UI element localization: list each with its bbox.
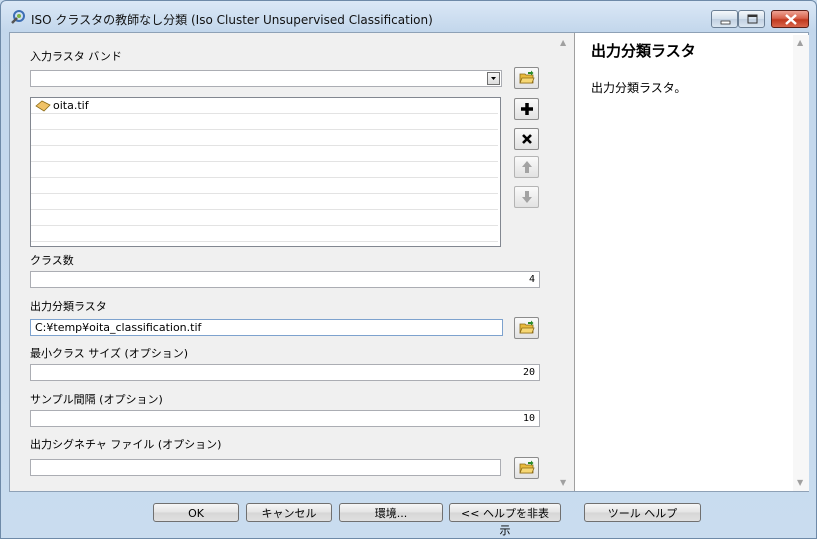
chevron-down-icon (491, 77, 496, 80)
browse-signature-button[interactable] (514, 457, 539, 479)
input-bands-label: 入力ラスタ バンド (30, 50, 122, 63)
scroll-down-icon[interactable]: ▼ (560, 479, 568, 487)
delete-x-icon (522, 134, 532, 144)
move-down-button[interactable] (514, 186, 539, 208)
sample-interval-input[interactable]: 10 (30, 410, 540, 427)
list-item-empty (31, 130, 498, 146)
environments-button[interactable]: 環境... (339, 503, 443, 522)
cancel-button[interactable]: キャンセル (246, 503, 332, 522)
output-signature-label: 出力シグネチャ ファイル (オプション) (30, 438, 222, 451)
list-item-empty (31, 210, 498, 226)
window-title: ISO クラスタの教師なし分類 (Iso Cluster Unsupervise… (31, 13, 433, 27)
browse-output-raster-button[interactable] (514, 317, 539, 339)
minimize-button[interactable] (711, 10, 738, 28)
folder-open-icon (519, 70, 535, 84)
tool-help-button[interactable]: ツール ヘルプ (584, 503, 701, 522)
arrow-up-icon (522, 161, 532, 173)
list-item-empty (31, 194, 498, 210)
arrow-down-icon (522, 191, 532, 203)
output-signature-input[interactable] (30, 459, 501, 476)
sample-interval-label: サンプル間隔 (オプション) (30, 393, 163, 406)
input-bands-combo[interactable] (30, 70, 502, 87)
maximize-button[interactable] (738, 10, 765, 28)
raster-layer-icon (35, 100, 51, 112)
help-scrollbar[interactable]: ▲ ▼ (793, 35, 809, 491)
folder-open-icon (519, 460, 535, 474)
scroll-down-icon[interactable]: ▼ (797, 479, 805, 487)
help-title: 出力分類ラスタ (591, 42, 696, 60)
combo-dropdown-button[interactable] (487, 72, 500, 85)
minimize-icon (720, 20, 731, 25)
folder-open-icon (519, 320, 535, 334)
add-item-button[interactable] (514, 98, 539, 120)
remove-item-button[interactable] (514, 128, 539, 150)
browse-input-bands-button[interactable] (514, 67, 539, 89)
output-raster-input[interactable]: C:¥temp¥oita_classification.tif (30, 319, 503, 336)
dialog-window: ISO クラスタの教師なし分類 (Iso Cluster Unsupervise… (0, 0, 817, 539)
list-item-empty (31, 114, 498, 130)
list-item-empty (31, 146, 498, 162)
help-panel: 出力分類ラスタ 出力分類ラスタ。 ▲ ▼ (574, 33, 809, 491)
arcgis-tool-icon (11, 10, 25, 24)
help-description: 出力分類ラスタ。 (591, 81, 687, 95)
list-item-empty (31, 162, 498, 178)
parameters-scrollbar[interactable]: ▲ ▼ (556, 35, 572, 491)
min-class-size-input[interactable]: 20 (30, 364, 540, 381)
plus-icon (521, 103, 533, 115)
min-class-size-label: 最小クラス サイズ (オプション) (30, 347, 189, 360)
list-item[interactable]: oita.tif (31, 98, 498, 114)
input-bands-list[interactable]: oita.tif (30, 97, 501, 247)
ok-button[interactable]: OK (153, 503, 239, 522)
title-bar[interactable]: ISO クラスタの教師なし分類 (Iso Cluster Unsupervise… (1, 1, 816, 32)
scroll-up-icon[interactable]: ▲ (797, 39, 805, 47)
close-window-button[interactable] (771, 10, 809, 28)
hide-help-button[interactable]: << ヘルプを非表示 (449, 503, 561, 537)
class-count-label: クラス数 (30, 254, 74, 267)
class-count-input[interactable]: 4 (30, 271, 540, 288)
list-item-empty (31, 226, 498, 242)
parameters-pane: 入力ラスタ バンド oita.tif クラス数 4 出力分類ラスタ C:¥tem… (10, 33, 572, 491)
list-item-empty (31, 178, 498, 194)
dialog-client-area: 入力ラスタ バンド oita.tif クラス数 4 出力分類ラスタ C:¥tem… (9, 32, 809, 492)
close-icon (785, 14, 797, 25)
output-raster-label: 出力分類ラスタ (30, 300, 107, 313)
move-up-button[interactable] (514, 156, 539, 178)
scroll-up-icon[interactable]: ▲ (560, 39, 568, 47)
maximize-icon (747, 14, 758, 24)
list-item-label: oita.tif (53, 99, 89, 112)
